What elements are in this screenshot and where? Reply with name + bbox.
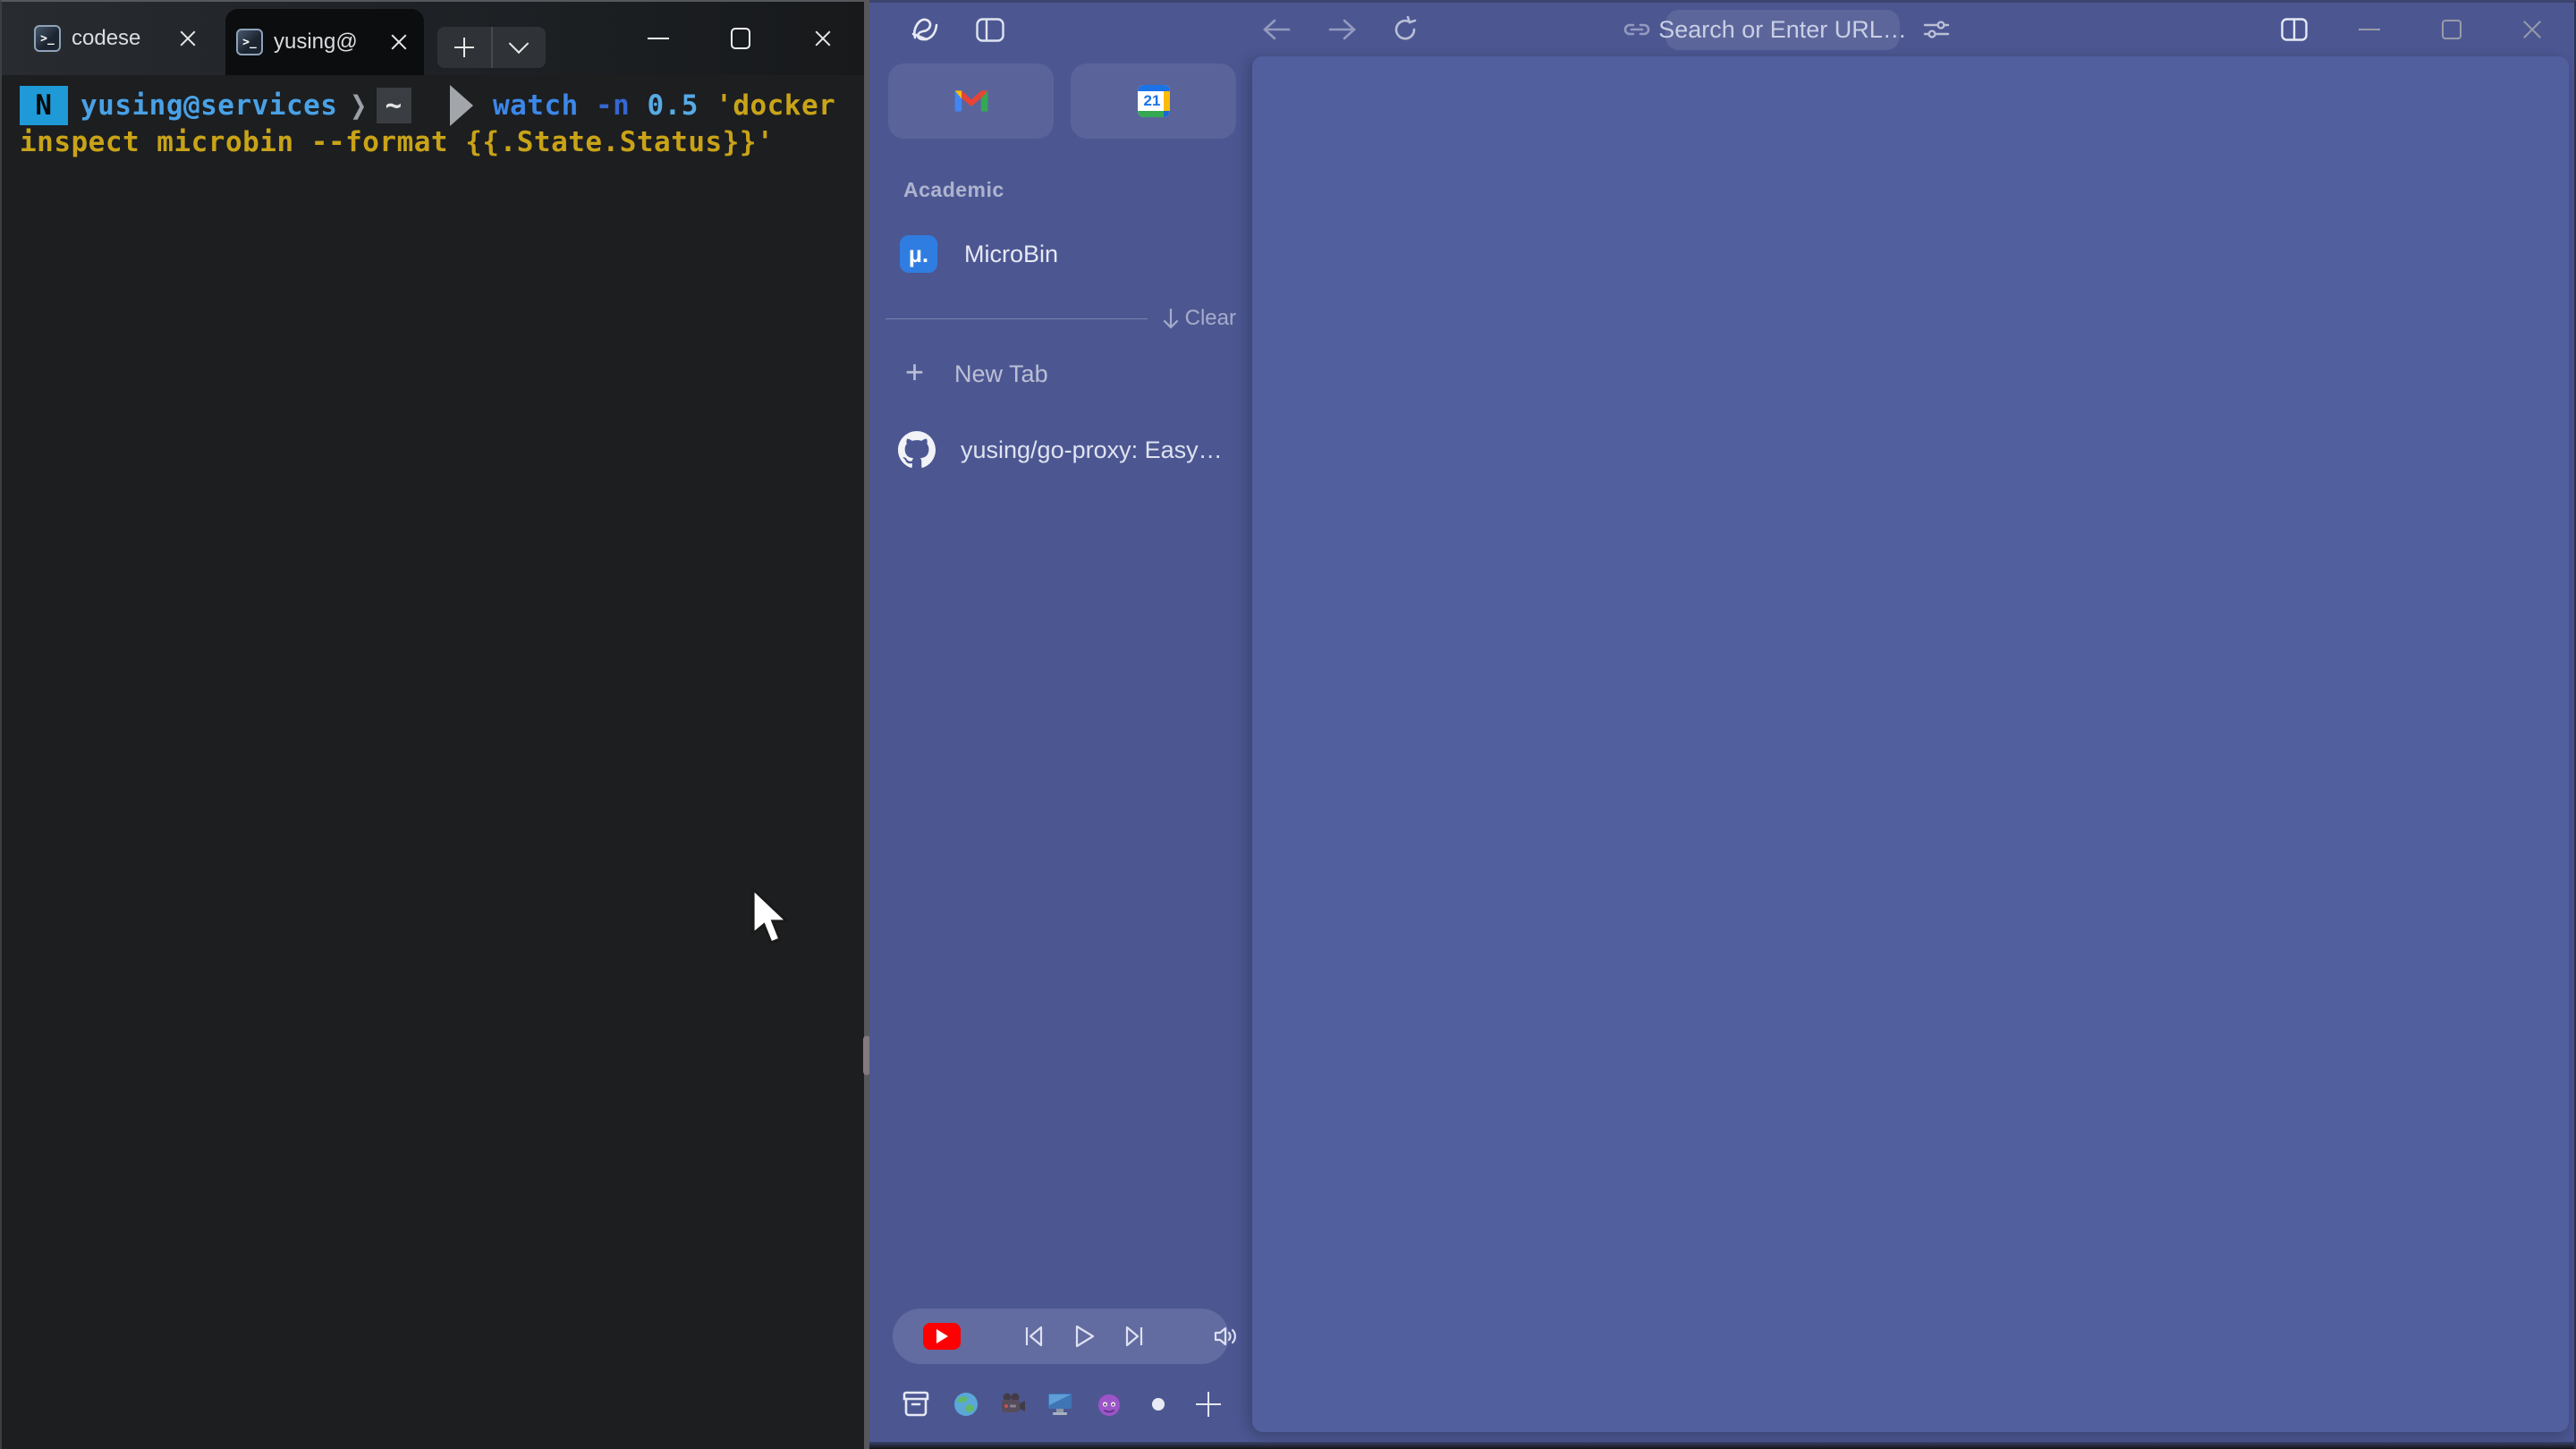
tab-title: yusing/go-proxy: Easy… xyxy=(961,436,1223,464)
close-button[interactable] xyxy=(782,2,864,75)
new-tab-label: New Tab xyxy=(954,360,1048,388)
maximize-icon xyxy=(2442,20,2462,39)
dot-icon xyxy=(1152,1398,1165,1411)
workspace-devil-icon[interactable] xyxy=(1089,1376,1129,1433)
back-button[interactable] xyxy=(1256,3,1297,56)
window-bottom-edge xyxy=(869,1442,2574,1449)
reload-button[interactable] xyxy=(1385,3,1426,56)
terminal-tab-label: codese xyxy=(72,26,140,51)
tab-close-icon[interactable] xyxy=(390,33,408,51)
volume-icon[interactable] xyxy=(1206,1309,1247,1364)
browser-content-pane[interactable] xyxy=(1252,56,2569,1432)
command-flag: -n xyxy=(596,89,630,122)
microbin-favicon: µ. xyxy=(900,235,937,273)
workspace-globe-icon[interactable] xyxy=(946,1376,986,1433)
workspace-movie-camera-icon[interactable] xyxy=(993,1376,1032,1433)
essential-gmail[interactable] xyxy=(888,64,1054,139)
prompt-user-host: yusing@services xyxy=(80,89,337,122)
prompt-cwd: ~ xyxy=(377,88,411,123)
essential-google-calendar[interactable]: 21 xyxy=(1071,64,1236,139)
plus-icon xyxy=(454,38,474,57)
plus-icon: + xyxy=(905,353,924,391)
tab-actions-group xyxy=(437,27,546,68)
desktop: >_ codese >_ yusing@ N yusi xyxy=(0,0,2576,1449)
terminal-window-controls xyxy=(617,2,864,75)
sidebar-toggle-icon[interactable] xyxy=(970,3,1011,56)
terminal-prompt-line: N yusing@services ❯ ~ watch -n 0.5 'dock… xyxy=(20,86,835,125)
tab-go-proxy[interactable]: yusing/go-proxy: Easy… xyxy=(889,425,1233,475)
tab-dropdown-button[interactable] xyxy=(493,27,547,68)
split-view-icon[interactable] xyxy=(2274,3,2315,56)
github-favicon xyxy=(898,431,936,469)
media-player xyxy=(893,1309,1229,1364)
pinned-tab-title: MicroBin xyxy=(964,241,1058,268)
sidebar-new-tab-button[interactable]: + New Tab xyxy=(889,352,1233,396)
media-play-button[interactable] xyxy=(1064,1309,1104,1364)
workspace-desktop-computer-icon[interactable] xyxy=(1040,1376,1080,1433)
windows-terminal-icon: >_ xyxy=(236,29,263,55)
browser-minimize-button[interactable] xyxy=(2347,3,2392,56)
media-previous-button[interactable] xyxy=(1014,1309,1054,1364)
windows-terminal-icon: >_ xyxy=(34,25,61,52)
terminal-tab-yusing[interactable]: >_ yusing@ xyxy=(225,9,424,75)
terminal-tab-codese[interactable]: >_ codese xyxy=(23,2,213,75)
play-triangle xyxy=(936,1329,948,1343)
workspace-current-indicator[interactable] xyxy=(1140,1376,1177,1433)
command-value: 0.5 xyxy=(647,89,699,122)
maximize-icon xyxy=(731,28,750,49)
terminal-tab-label: yusing@ xyxy=(274,30,358,55)
section-divider xyxy=(886,318,1148,319)
browser-toolbar: Search or Enter URL… xyxy=(869,3,2574,56)
youtube-icon[interactable] xyxy=(923,1323,961,1350)
minimize-icon xyxy=(648,38,669,39)
command-string-wrapped: inspect microbin --format {{.State.Statu… xyxy=(20,123,774,162)
browser-window: Search or Enter URL… xyxy=(869,0,2576,1449)
media-next-button[interactable] xyxy=(1114,1309,1154,1364)
new-tab-button[interactable] xyxy=(437,27,493,68)
browser-maximize-button[interactable] xyxy=(2429,3,2474,56)
forward-button[interactable] xyxy=(1322,3,1363,56)
browser-sidebar: 21 Academic µ. MicroBin Clear + New xyxy=(869,56,1252,1449)
zen-logo-icon[interactable] xyxy=(905,3,946,56)
clear-label: Clear xyxy=(1185,306,1236,331)
maximize-button[interactable] xyxy=(699,2,782,75)
minimize-icon xyxy=(2359,29,2380,30)
plus-icon xyxy=(1196,1392,1221,1417)
pinned-tab-microbin[interactable]: µ. MicroBin xyxy=(889,228,1233,280)
link-icon[interactable] xyxy=(1617,3,1657,56)
gmail-icon xyxy=(953,88,989,114)
calendar-date: 21 xyxy=(1141,91,1164,111)
prompt-separator-icon: ❯ xyxy=(350,86,367,126)
add-workspace-button[interactable] xyxy=(1188,1376,1229,1433)
mouse-cursor xyxy=(750,887,798,950)
terminal-window: >_ codese >_ yusing@ N yusi xyxy=(0,0,864,1449)
chevron-down-icon xyxy=(509,33,530,54)
tab-close-icon[interactable] xyxy=(179,30,197,47)
prompt-os-badge: N xyxy=(20,86,68,125)
terminal-titlebar[interactable]: >_ codese >_ yusing@ xyxy=(2,2,864,75)
arrow-down-icon xyxy=(1162,308,1180,329)
archived-tabs-icon[interactable] xyxy=(894,1376,937,1433)
clear-row: Clear xyxy=(886,307,1236,330)
close-icon xyxy=(2521,19,2543,40)
workspace-strip xyxy=(869,1376,1252,1433)
spacer xyxy=(424,86,441,126)
minimize-button[interactable] xyxy=(617,2,699,75)
browser-close-button[interactable] xyxy=(2510,3,2555,56)
page-settings-icon[interactable] xyxy=(1916,3,1957,56)
google-calendar-icon: 21 xyxy=(1138,85,1170,117)
close-icon xyxy=(814,30,832,47)
url-bar[interactable]: Search or Enter URL… xyxy=(1665,10,1900,50)
url-placeholder: Search or Enter URL… xyxy=(1658,16,1907,44)
clear-tabs-button[interactable]: Clear xyxy=(1162,306,1236,331)
workspace-label: Academic xyxy=(903,178,1004,202)
terminal-body[interactable]: N yusing@services ❯ ~ watch -n 0.5 'dock… xyxy=(2,75,864,1449)
command-word: watch xyxy=(493,89,579,122)
command-string: 'docker xyxy=(716,89,835,122)
prompt-arrow-icon xyxy=(450,85,473,126)
